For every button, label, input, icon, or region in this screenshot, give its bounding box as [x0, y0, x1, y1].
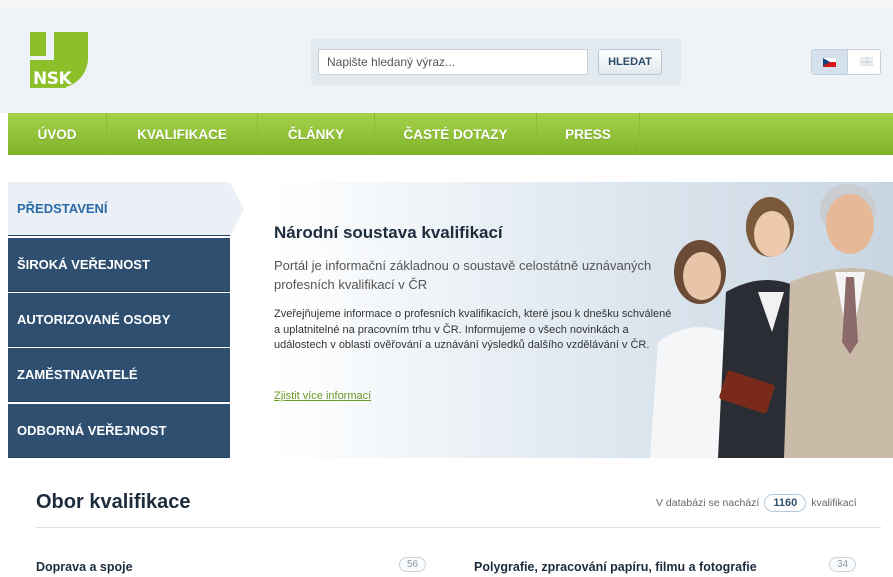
db-count-suffix: kvalifikací [811, 497, 857, 509]
search-input[interactable]: Napište hledaný výraz... [318, 49, 588, 75]
main-navigation: ÚVOD KVALIFIKACE ČLÁNKY ČASTÉ DOTAZY PRE… [8, 113, 893, 155]
more-info-link[interactable]: Zjistit více informací [274, 390, 371, 402]
field-item-link[interactable]: Doprava a spoje [36, 560, 133, 574]
db-count-badge: 1160 [764, 494, 807, 512]
nav-item-kvalifikace[interactable]: KVALIFIKACE [107, 113, 258, 155]
nav-item-press[interactable]: PRESS [537, 113, 640, 155]
hero-lead-text: Portál je informační základnou o soustav… [274, 258, 652, 292]
database-count-info: V databázi se nachází 1160 kvalifikací [656, 494, 857, 512]
english-flag-icon[interactable] [860, 57, 873, 66]
nsk-logo[interactable]: NSK [30, 32, 88, 89]
hero-title: Národní soustava kvalifikací [274, 223, 503, 242]
section-title: Obor kvalifikace [36, 491, 191, 513]
hero-body-text: Zveřejňujeme informace o profesních kval… [274, 308, 672, 351]
sidebar-item-siroka-verejnost[interactable]: ŠIROKÁ VEŘEJNOST [8, 238, 230, 292]
section-divider [36, 527, 881, 528]
db-count-prefix: V databázi se nachází [656, 497, 760, 509]
nav-item-caste-dotazy[interactable]: ČASTÉ DOTAZY [375, 113, 537, 155]
sidebar-item-predstaveni[interactable]: PŘEDSTAVENÍ [8, 182, 244, 236]
sidebar-item-zamestnavatele[interactable]: ZAMĚSTNAVATELÉ [8, 348, 230, 402]
browser-top-strip [0, 0, 893, 9]
field-item-count: 56 [399, 557, 427, 572]
logo-shape [30, 32, 46, 56]
field-item-link[interactable]: Polygrafie, zpracování papíru, filmu a f… [474, 560, 757, 574]
audience-sidebar: PŘEDSTAVENÍ ŠIROKÁ VEŘEJNOST AUTORIZOVAN… [8, 182, 244, 458]
language-cs-button[interactable] [812, 50, 848, 74]
search-button[interactable]: HLEDAT [598, 49, 662, 75]
logo-text: NSK [33, 69, 72, 89]
czech-flag-icon [823, 58, 836, 67]
sidebar-item-autorizovane-osoby[interactable]: AUTORIZOVANÉ OSOBY [8, 293, 230, 347]
nav-item-clanky[interactable]: ČLÁNKY [258, 113, 375, 155]
sidebar-item-odborna-verejnost[interactable]: ODBORNÁ VEŘEJNOST [8, 404, 230, 458]
language-switcher [811, 49, 881, 75]
field-item-count: 34 [829, 557, 857, 572]
nav-item-uvod[interactable]: ÚVOD [8, 113, 107, 155]
